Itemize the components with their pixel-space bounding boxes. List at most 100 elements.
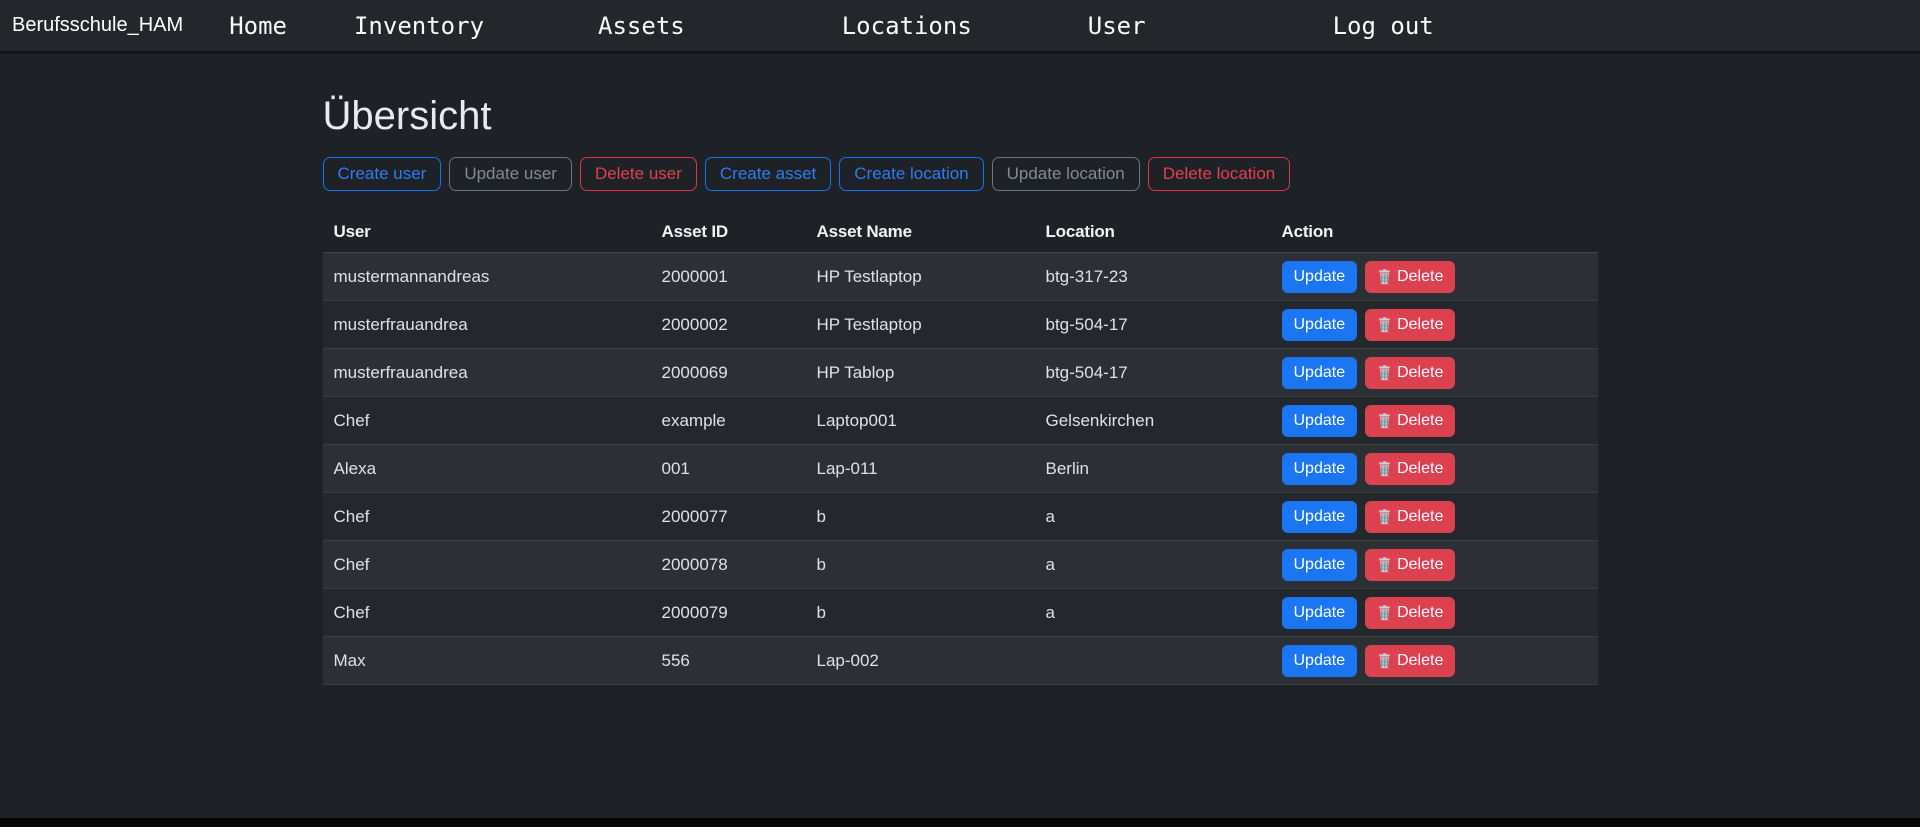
row-delete-button[interactable]: Delete <box>1365 645 1455 677</box>
row-delete-button[interactable]: Delete <box>1365 261 1455 293</box>
row-delete-button[interactable]: Delete <box>1365 357 1455 389</box>
row-delete-label: Delete <box>1397 604 1443 622</box>
cell-user: Chef <box>323 493 651 541</box>
nav-item-locations[interactable]: Locations <box>842 12 972 40</box>
cell-user: musterfrauandrea <box>323 349 651 397</box>
row-update-button[interactable]: Update <box>1282 405 1358 437</box>
cell-asset-name: b <box>806 589 1035 637</box>
row-delete-button[interactable]: Delete <box>1365 453 1455 485</box>
row-update-button[interactable]: Update <box>1282 645 1358 677</box>
cell-user: musterfrauandrea <box>323 301 651 349</box>
row-update-button[interactable]: Update <box>1282 357 1358 389</box>
row-delete-button[interactable]: Delete <box>1365 501 1455 533</box>
row-delete-label: Delete <box>1397 316 1443 334</box>
create-asset-button[interactable]: Create asset <box>705 157 831 191</box>
table-row: Max 556 Lap-002 Update De <box>323 637 1598 685</box>
crud-toolbar: Create user Update user Delete user Crea… <box>323 157 1598 191</box>
trash-icon <box>1377 269 1392 285</box>
cell-asset-id: 2000001 <box>651 253 806 301</box>
nav-links: Home Inventory Assets Locations User Log… <box>183 12 1434 40</box>
cell-asset-name: Lap-011 <box>806 445 1035 493</box>
trash-icon <box>1377 653 1392 669</box>
nav-item-logout[interactable]: Log out <box>1333 12 1434 40</box>
trash-icon <box>1377 509 1392 525</box>
row-delete-label: Delete <box>1397 412 1443 430</box>
cell-action: Update Delete <box>1271 493 1598 541</box>
trash-icon <box>1377 605 1392 621</box>
window-bottom-edge <box>0 818 1920 827</box>
cell-action: Update Delete <box>1271 301 1598 349</box>
navbar-brand[interactable]: Berufsschule_HAM <box>12 14 183 37</box>
cell-action: Update Delete <box>1271 397 1598 445</box>
row-update-button[interactable]: Update <box>1282 453 1358 485</box>
trash-icon <box>1377 557 1392 573</box>
column-header-asset-id: Asset ID <box>651 213 806 253</box>
delete-user-button[interactable]: Delete user <box>580 157 697 191</box>
cell-asset-name: HP Testlaptop <box>806 253 1035 301</box>
cell-action: Update Delete <box>1271 589 1598 637</box>
nav-item-user[interactable]: User <box>1088 12 1146 40</box>
column-header-location: Location <box>1035 213 1271 253</box>
cell-asset-id: 2000077 <box>651 493 806 541</box>
table-row: Chef 2000079 b a Update De <box>323 589 1598 637</box>
trash-icon <box>1377 461 1392 477</box>
cell-action: Update Delete <box>1271 637 1598 685</box>
cell-location: a <box>1035 493 1271 541</box>
column-header-user: User <box>323 213 651 253</box>
row-update-button[interactable]: Update <box>1282 309 1358 341</box>
table-row: Alexa 001 Lap-011 Berlin Update <box>323 445 1598 493</box>
cell-user: Max <box>323 637 651 685</box>
cell-asset-id: example <box>651 397 806 445</box>
row-delete-button[interactable]: Delete <box>1365 549 1455 581</box>
table-row: Chef example Laptop001 Gelsenkirchen Upd… <box>323 397 1598 445</box>
create-user-button[interactable]: Create user <box>323 157 442 191</box>
cell-user: Chef <box>323 589 651 637</box>
row-delete-button[interactable]: Delete <box>1365 405 1455 437</box>
table-row: Chef 2000078 b a Update De <box>323 541 1598 589</box>
table-row: mustermannandreas 2000001 HP Testlaptop … <box>323 253 1598 301</box>
cell-user: Alexa <box>323 445 651 493</box>
cell-asset-name: HP Testlaptop <box>806 301 1035 349</box>
nav-item-assets[interactable]: Assets <box>598 12 685 40</box>
row-update-button[interactable]: Update <box>1282 501 1358 533</box>
row-update-button[interactable]: Update <box>1282 597 1358 629</box>
row-delete-button[interactable]: Delete <box>1365 309 1455 341</box>
cell-location: a <box>1035 589 1271 637</box>
row-delete-label: Delete <box>1397 508 1443 526</box>
cell-location: btg-317-23 <box>1035 253 1271 301</box>
row-delete-label: Delete <box>1397 556 1443 574</box>
cell-asset-name: Laptop001 <box>806 397 1035 445</box>
column-header-action: Action <box>1271 213 1598 253</box>
cell-asset-id: 2000069 <box>651 349 806 397</box>
update-location-button[interactable]: Update location <box>992 157 1140 191</box>
update-user-button[interactable]: Update user <box>449 157 572 191</box>
cell-location: btg-504-17 <box>1035 301 1271 349</box>
trash-icon <box>1377 365 1392 381</box>
row-delete-label: Delete <box>1397 268 1443 286</box>
table-row: musterfrauandrea 2000002 HP Testlaptop b… <box>323 301 1598 349</box>
cell-asset-name: b <box>806 493 1035 541</box>
table-row: musterfrauandrea 2000069 HP Tablop btg-5… <box>323 349 1598 397</box>
cell-asset-id: 2000079 <box>651 589 806 637</box>
cell-asset-id: 2000078 <box>651 541 806 589</box>
nav-item-inventory[interactable]: Inventory <box>354 12 484 40</box>
delete-location-button[interactable]: Delete location <box>1148 157 1290 191</box>
cell-user: Chef <box>323 541 651 589</box>
create-location-button[interactable]: Create location <box>839 157 983 191</box>
cell-location: Berlin <box>1035 445 1271 493</box>
row-delete-label: Delete <box>1397 364 1443 382</box>
cell-asset-name: b <box>806 541 1035 589</box>
row-update-button[interactable]: Update <box>1282 261 1358 293</box>
cell-asset-id: 556 <box>651 637 806 685</box>
row-delete-button[interactable]: Delete <box>1365 597 1455 629</box>
top-navbar: Berufsschule_HAM Home Inventory Assets L… <box>0 0 1920 54</box>
trash-icon <box>1377 317 1392 333</box>
row-delete-label: Delete <box>1397 652 1443 670</box>
page-title: Übersicht <box>323 94 1598 139</box>
cell-asset-name: Lap-002 <box>806 637 1035 685</box>
cell-action: Update Delete <box>1271 445 1598 493</box>
table-row: Chef 2000077 b a Update De <box>323 493 1598 541</box>
assets-overview-table: User Asset ID Asset Name Location Action… <box>323 213 1598 685</box>
nav-item-home[interactable]: Home <box>229 12 287 40</box>
row-update-button[interactable]: Update <box>1282 549 1358 581</box>
